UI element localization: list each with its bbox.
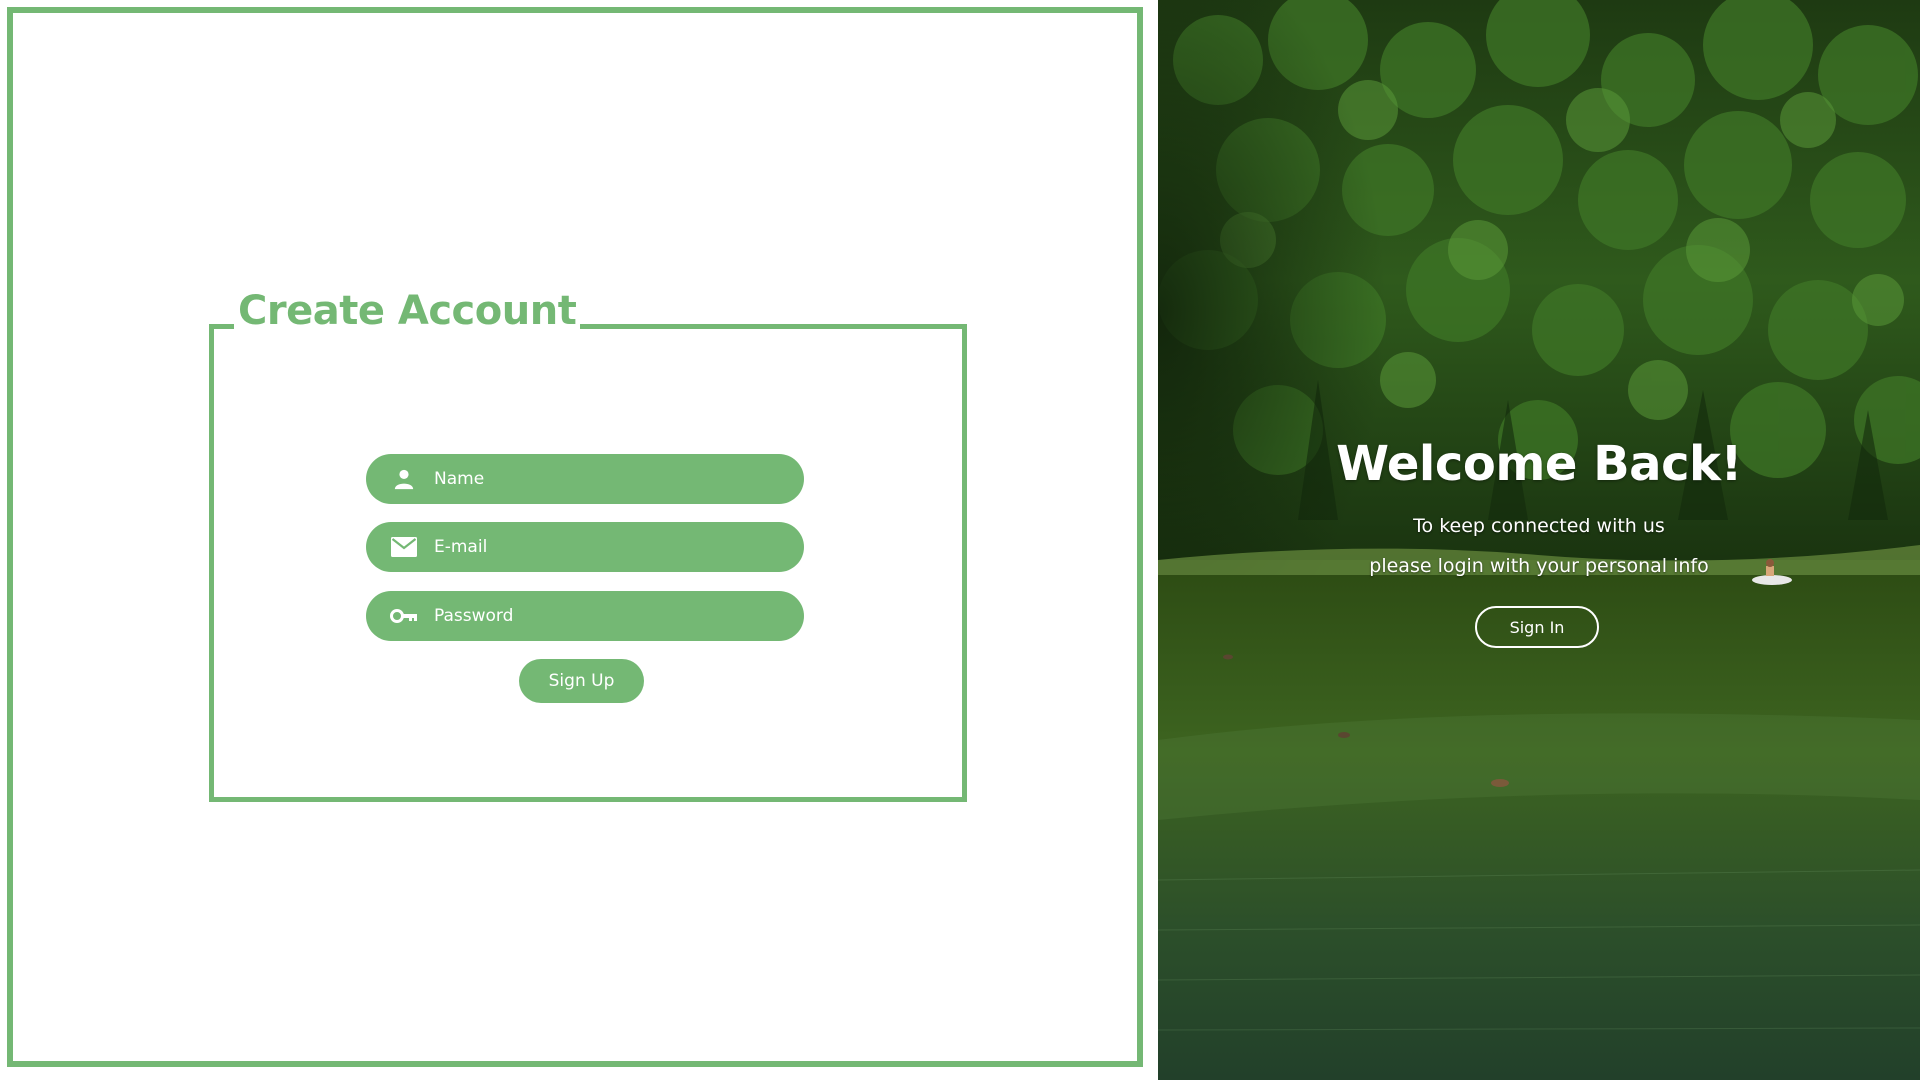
welcome-content: Welcome Back! To keep connected with us … bbox=[1158, 0, 1920, 1080]
form-title: Create Account bbox=[234, 289, 581, 333]
page: Create Account Name E-mail Sign Up Welco… bbox=[0, 0, 1920, 1080]
sign-in-button[interactable]: Sign In bbox=[1475, 606, 1599, 648]
password-input[interactable] bbox=[434, 606, 774, 626]
name-input[interactable] bbox=[434, 469, 774, 489]
sign-up-button[interactable]: Sign Up bbox=[519, 659, 644, 703]
email-input[interactable] bbox=[434, 537, 774, 557]
user-icon bbox=[390, 465, 418, 493]
password-field[interactable] bbox=[366, 591, 804, 641]
name-field[interactable] bbox=[366, 454, 804, 504]
signup-panel: Create Account Name E-mail Sign Up bbox=[7, 7, 1143, 1067]
welcome-subtitle-line-1: To keep connected with us bbox=[1413, 515, 1665, 537]
email-field[interactable] bbox=[366, 522, 804, 572]
key-icon bbox=[390, 602, 418, 630]
signup-form: Create Account Name E-mail Sign Up bbox=[209, 289, 967, 802]
mail-icon bbox=[390, 533, 418, 561]
welcome-subtitle-line-2: please login with your personal info bbox=[1369, 555, 1709, 577]
welcome-panel: Welcome Back! To keep connected with us … bbox=[1158, 0, 1920, 1080]
welcome-title: Welcome Back! bbox=[1336, 436, 1742, 492]
